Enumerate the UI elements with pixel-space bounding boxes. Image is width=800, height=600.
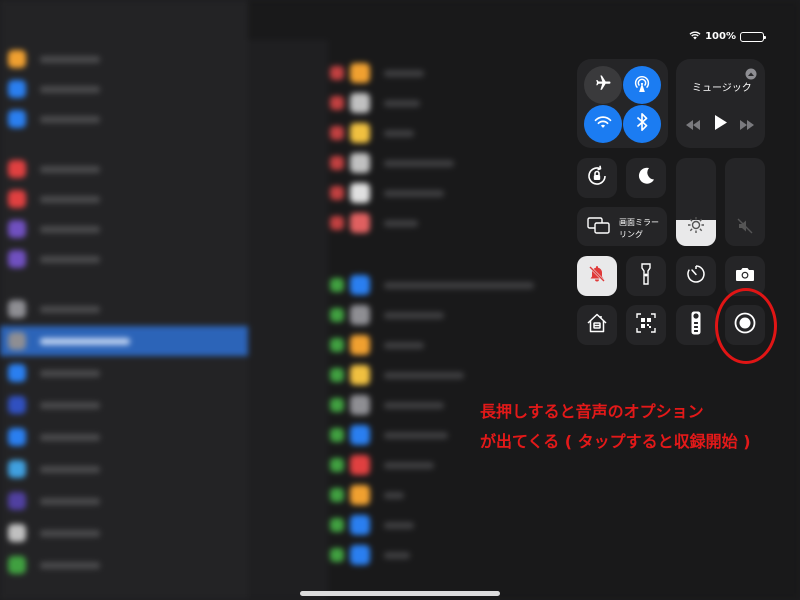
- background-detail-row: [330, 452, 630, 478]
- music-controls: [686, 115, 754, 134]
- tv-remote-icon: [691, 311, 701, 339]
- airdrop-button[interactable]: [623, 66, 661, 104]
- background-row: [0, 390, 248, 420]
- home-icon: [586, 312, 608, 338]
- bluetooth-button[interactable]: [623, 105, 661, 143]
- wifi-status-icon: [689, 30, 701, 43]
- rotation-lock-icon: [585, 164, 609, 192]
- wifi-button[interactable]: [584, 105, 622, 143]
- timer-button[interactable]: [676, 256, 716, 296]
- background-detail-row: [330, 512, 630, 538]
- background-row: [0, 184, 248, 214]
- battery-percent: 100%: [705, 31, 736, 42]
- background-row: [0, 550, 248, 580]
- qr-scanner-button[interactable]: [626, 305, 666, 345]
- play-icon[interactable]: [714, 115, 727, 134]
- status-bar: 100%: [689, 30, 766, 43]
- timer-icon: [686, 264, 706, 288]
- flashlight-button[interactable]: [626, 256, 666, 296]
- background-row: [0, 294, 248, 324]
- brightness-slider[interactable]: [676, 158, 716, 246]
- background-row: [0, 358, 248, 388]
- background-row: [0, 422, 248, 452]
- rewind-icon[interactable]: [686, 115, 700, 134]
- do-not-disturb-button[interactable]: [626, 158, 666, 198]
- connectivity-module: [577, 59, 668, 148]
- camera-icon: [735, 266, 755, 286]
- background-row: [0, 104, 248, 134]
- background-row: [0, 244, 248, 274]
- moon-icon: [636, 166, 656, 190]
- background-detail-row: [330, 542, 630, 568]
- home-indicator[interactable]: [300, 591, 500, 596]
- background-row: [0, 518, 248, 548]
- silent-mode-button[interactable]: [577, 256, 617, 296]
- speaker-muted-icon: [737, 218, 753, 238]
- background-row: [0, 214, 248, 244]
- music-title: ミュージック: [692, 83, 752, 94]
- background-row: [0, 486, 248, 516]
- screen-mirroring-button[interactable]: 画面ミラー リング: [577, 207, 667, 246]
- screen-mirroring-label-line1: 画面ミラー: [619, 218, 659, 227]
- home-button[interactable]: [577, 305, 617, 345]
- background-divider: [248, 40, 328, 600]
- airplane-icon: [594, 74, 612, 96]
- annotation-line1: 長押しすると音声のオプション: [480, 402, 704, 421]
- background-detail-row: [330, 362, 630, 388]
- screen-mirroring-icon: [587, 216, 611, 240]
- bluetooth-icon: [635, 112, 649, 136]
- sun-icon: [687, 216, 705, 238]
- fast-forward-icon[interactable]: [740, 115, 754, 134]
- qr-code-icon: [636, 313, 656, 337]
- background-row: [0, 154, 248, 184]
- airdrop-icon: [631, 72, 653, 98]
- battery-icon: [740, 31, 766, 42]
- bell-slash-icon: [587, 264, 607, 288]
- background-row: [0, 74, 248, 104]
- screen-mirroring-label-line2: リング: [619, 230, 643, 239]
- screen-mirroring-label: 画面ミラー リング: [619, 217, 663, 241]
- wifi-icon: [593, 113, 613, 135]
- flashlight-icon: [640, 263, 652, 289]
- airplane-mode-button[interactable]: [584, 66, 622, 104]
- music-module[interactable]: ミュージック: [676, 59, 765, 148]
- volume-slider[interactable]: [725, 158, 765, 246]
- background-row: [0, 454, 248, 484]
- annotation-circle: [715, 288, 777, 364]
- apple-tv-remote-button[interactable]: [676, 305, 716, 345]
- rotation-lock-button[interactable]: [577, 158, 617, 198]
- background-row-selected: [0, 326, 248, 356]
- annotation-line2: が出てくる ( タップすると収録開始 ): [480, 432, 751, 451]
- background-detail-row: [330, 482, 630, 508]
- background-row: [0, 44, 248, 74]
